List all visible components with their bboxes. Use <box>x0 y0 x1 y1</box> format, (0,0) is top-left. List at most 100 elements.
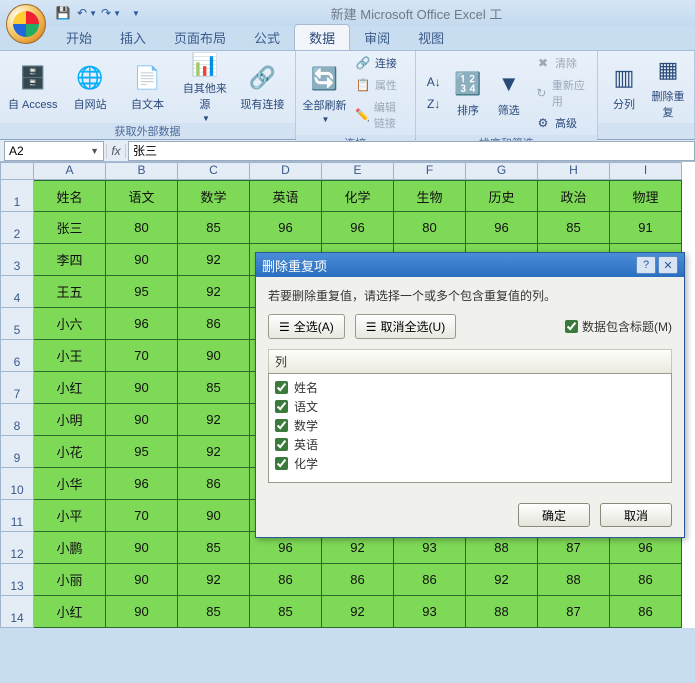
help-button[interactable]: ? <box>636 256 656 274</box>
cell[interactable]: 张三 <box>34 212 106 244</box>
tab-4[interactable]: 数据 <box>294 24 350 50</box>
cell[interactable]: 86 <box>250 564 322 596</box>
column-checkbox-item[interactable]: 化学 <box>275 454 665 473</box>
row-header[interactable]: 3 <box>0 244 34 276</box>
cell[interactable]: 80 <box>106 212 178 244</box>
col-header[interactable]: I <box>610 162 682 180</box>
cell[interactable]: 90 <box>106 244 178 276</box>
cell[interactable]: 88 <box>538 564 610 596</box>
tab-6[interactable]: 视图 <box>404 25 458 50</box>
cell[interactable]: 小华 <box>34 468 106 500</box>
cell[interactable]: 数学 <box>178 180 250 212</box>
close-button[interactable]: ✕ <box>658 256 678 274</box>
cell[interactable]: 90 <box>106 564 178 596</box>
cell[interactable]: 95 <box>106 276 178 308</box>
cell[interactable]: 92 <box>466 564 538 596</box>
column-list[interactable]: 姓名语文数学英语化学 <box>268 373 672 483</box>
from-web-button[interactable]: 🌐自网站 <box>63 53 116 121</box>
cell[interactable]: 王五 <box>34 276 106 308</box>
col-header[interactable]: A <box>34 162 106 180</box>
column-checkbox-item[interactable]: 数学 <box>275 416 665 435</box>
cell[interactable]: 历史 <box>466 180 538 212</box>
col-header[interactable]: G <box>466 162 538 180</box>
checkbox[interactable] <box>275 400 288 413</box>
row-header[interactable]: 12 <box>0 532 34 564</box>
column-checkbox-item[interactable]: 姓名 <box>275 378 665 397</box>
connections-button[interactable]: 🔗连接 <box>351 53 409 73</box>
cell[interactable]: 86 <box>394 564 466 596</box>
row-header[interactable]: 10 <box>0 468 34 500</box>
cell[interactable]: 英语 <box>250 180 322 212</box>
cell[interactable]: 86 <box>610 596 682 628</box>
refresh-all-button[interactable]: 🔄全部刷新▼ <box>302 59 347 127</box>
cell[interactable]: 91 <box>610 212 682 244</box>
column-checkbox-item[interactable]: 语文 <box>275 397 665 416</box>
cell[interactable]: 86 <box>178 468 250 500</box>
sort-asc-button[interactable]: A↓ <box>422 72 446 92</box>
advanced-filter-button[interactable]: ⚙高级 <box>531 113 591 133</box>
cell[interactable]: 80 <box>394 212 466 244</box>
select-all-button[interactable]: ☰全选(A) <box>268 314 345 339</box>
existing-conn-button[interactable]: 🔗现有连接 <box>236 53 289 121</box>
cell[interactable]: 85 <box>178 212 250 244</box>
cell[interactable]: 70 <box>106 500 178 532</box>
cell[interactable]: 姓名 <box>34 180 106 212</box>
row-header[interactable]: 1 <box>0 180 34 212</box>
cell[interactable]: 85 <box>178 596 250 628</box>
cell[interactable]: 小王 <box>34 340 106 372</box>
cell[interactable]: 96 <box>250 212 322 244</box>
filter-button[interactable]: ▼筛选 <box>490 59 527 127</box>
has-header-checkbox[interactable]: 数据包含标题(M) <box>565 318 672 335</box>
row-header[interactable]: 4 <box>0 276 34 308</box>
col-header[interactable]: F <box>394 162 466 180</box>
cell[interactable]: 小红 <box>34 372 106 404</box>
column-checkbox-item[interactable]: 英语 <box>275 435 665 454</box>
row-header[interactable]: 5 <box>0 308 34 340</box>
deselect-all-button[interactable]: ☰取消全选(U) <box>355 314 456 339</box>
cell[interactable]: 87 <box>538 596 610 628</box>
col-header[interactable]: B <box>106 162 178 180</box>
cell[interactable]: 85 <box>178 372 250 404</box>
cell[interactable]: 70 <box>106 340 178 372</box>
cell[interactable]: 93 <box>394 596 466 628</box>
cell[interactable]: 生物 <box>394 180 466 212</box>
tab-1[interactable]: 插入 <box>106 25 160 50</box>
cell[interactable]: 化学 <box>322 180 394 212</box>
sort-button[interactable]: 🔢排序 <box>450 59 487 127</box>
checkbox[interactable] <box>275 457 288 470</box>
sort-desc-button[interactable]: Z↓ <box>422 94 446 114</box>
remove-duplicates-button[interactable]: ▦删除重复 <box>648 53 688 121</box>
cell[interactable]: 92 <box>178 244 250 276</box>
cell[interactable]: 85 <box>178 532 250 564</box>
cell[interactable]: 小花 <box>34 436 106 468</box>
row-header[interactable]: 8 <box>0 404 34 436</box>
cell[interactable]: 92 <box>322 596 394 628</box>
cell[interactable]: 96 <box>322 212 394 244</box>
tab-5[interactable]: 审阅 <box>350 25 404 50</box>
row-header[interactable]: 7 <box>0 372 34 404</box>
cell[interactable]: 86 <box>178 308 250 340</box>
qat-customize[interactable]: ▼ <box>124 3 146 23</box>
cell[interactable]: 88 <box>466 596 538 628</box>
checkbox[interactable] <box>275 419 288 432</box>
cell[interactable]: 小平 <box>34 500 106 532</box>
tab-3[interactable]: 公式 <box>240 25 294 50</box>
cell[interactable]: 语文 <box>106 180 178 212</box>
name-box[interactable]: A2▼ <box>4 141 104 161</box>
cell[interactable]: 李四 <box>34 244 106 276</box>
cell[interactable]: 小丽 <box>34 564 106 596</box>
tab-0[interactable]: 开始 <box>52 25 106 50</box>
cell[interactable]: 小鹏 <box>34 532 106 564</box>
ok-button[interactable]: 确定 <box>518 503 590 527</box>
cell[interactable]: 政治 <box>538 180 610 212</box>
col-header[interactable]: E <box>322 162 394 180</box>
from-access-button[interactable]: 🗄️自 Access <box>6 53 59 121</box>
qat-redo[interactable]: ↷▼ <box>100 3 122 23</box>
cell[interactable]: 96 <box>106 308 178 340</box>
qat-undo[interactable]: ↶▼ <box>76 3 98 23</box>
cell[interactable]: 95 <box>106 436 178 468</box>
from-text-button[interactable]: 📄自文本 <box>121 53 174 121</box>
office-button[interactable] <box>6 4 46 44</box>
text-to-columns-button[interactable]: ▥分列 <box>604 53 644 121</box>
cell[interactable]: 小明 <box>34 404 106 436</box>
